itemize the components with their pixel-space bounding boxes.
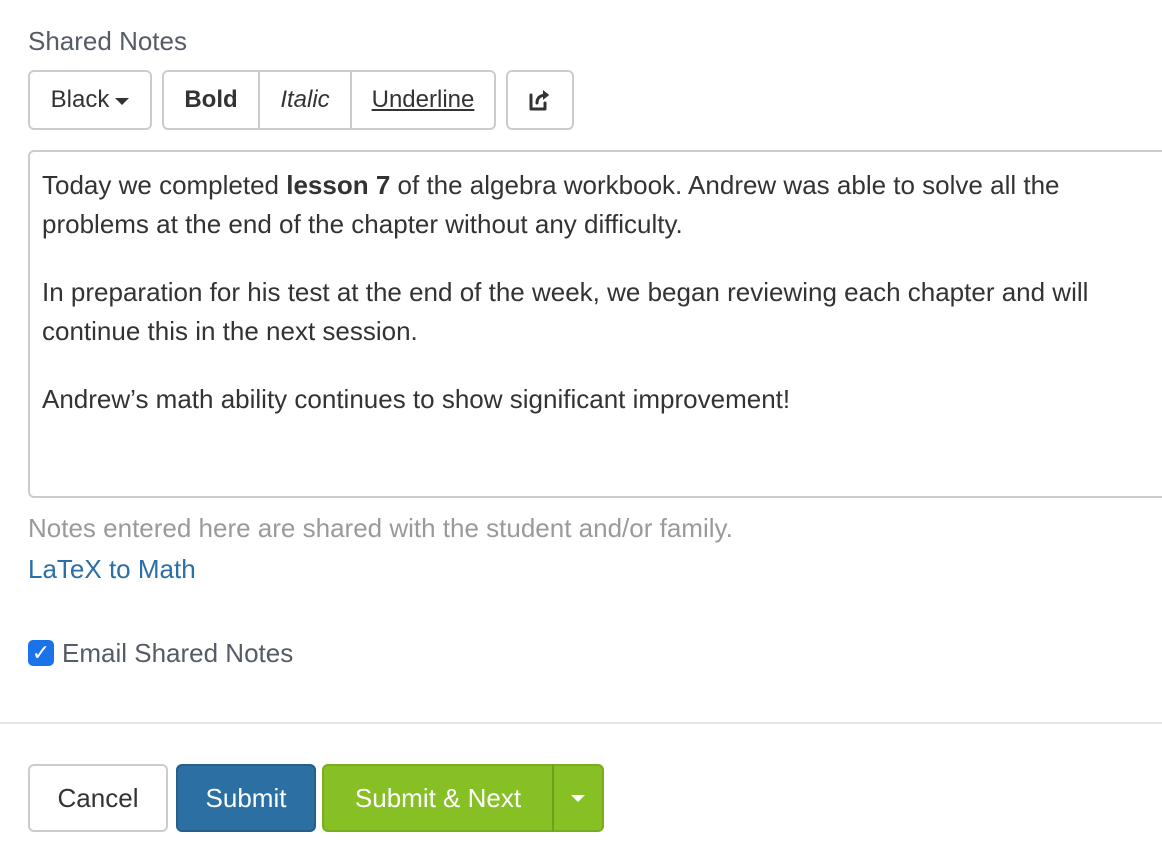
shared-notes-editor[interactable]: Today we completed lesson 7 of the algeb…: [28, 150, 1162, 498]
email-shared-notes-checkbox[interactable]: ✓: [28, 640, 54, 666]
latex-to-math-link[interactable]: LaTeX to Math: [28, 552, 196, 586]
email-shared-notes-label: Email Shared Notes: [62, 637, 294, 668]
submit-button[interactable]: Submit: [176, 764, 316, 832]
caret-down-icon: [115, 97, 130, 105]
share-icon: [529, 90, 549, 111]
format-button-group: Bold Italic Underline: [162, 70, 496, 130]
underline-button[interactable]: Underline: [350, 72, 494, 128]
text-color-dropdown[interactable]: Black: [28, 70, 152, 130]
checkmark-icon: ✓: [31, 640, 51, 665]
shared-notes-label: Shared Notes: [28, 26, 187, 56]
submit-options-dropdown[interactable]: [552, 764, 604, 832]
text-color-label: Black: [50, 86, 110, 113]
share-button[interactable]: [506, 70, 574, 130]
caret-down-icon: [571, 794, 585, 802]
bold-button[interactable]: Bold: [164, 72, 258, 128]
cancel-button[interactable]: Cancel: [28, 764, 168, 832]
notes-paragraph-2: In preparation for his test at the end o…: [42, 277, 1089, 346]
italic-button[interactable]: Italic: [258, 72, 350, 128]
divider: [0, 722, 1162, 724]
notes-paragraph-3: Andrew’s math ability continues to show …: [42, 384, 791, 414]
submit-next-button[interactable]: Submit & Next: [322, 764, 554, 832]
notes-paragraph-1: Today we completed lesson 7 of the algeb…: [42, 170, 1060, 239]
email-shared-notes-row: ✓ Email Shared Notes: [28, 635, 293, 671]
help-text: Notes entered here are shared with the s…: [28, 513, 733, 543]
